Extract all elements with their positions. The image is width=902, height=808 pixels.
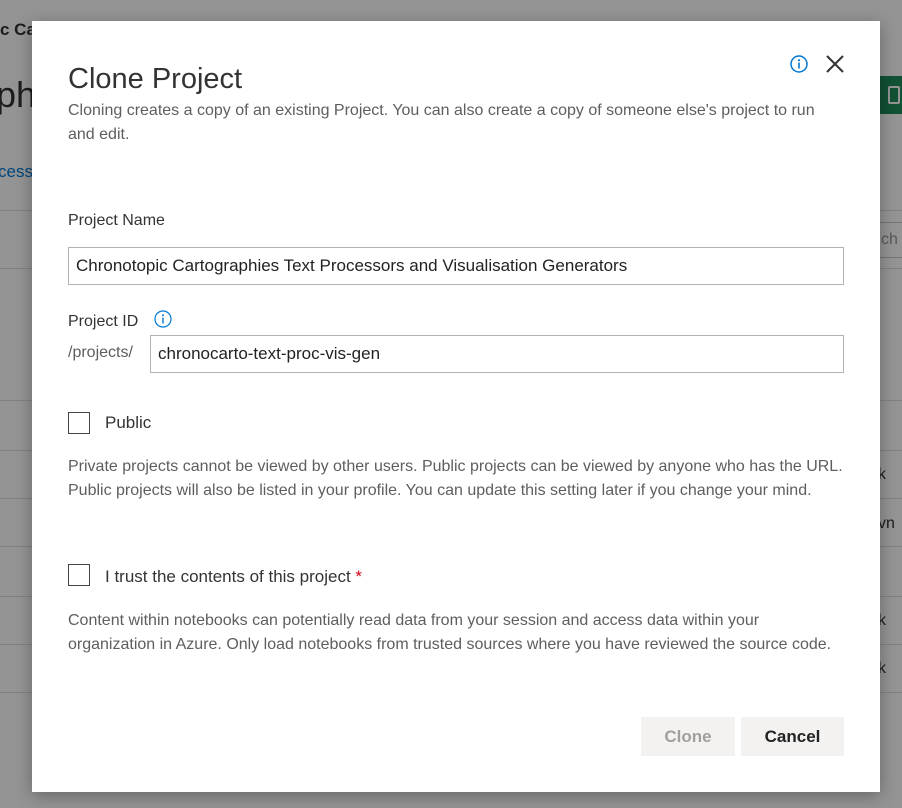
- project-id-prefix: /projects/: [68, 344, 133, 361]
- trust-checkbox-label[interactable]: I trust the contents of this project *: [105, 567, 362, 587]
- project-id-input[interactable]: [150, 335, 844, 373]
- trust-checkbox-text: I trust the contents of this project: [105, 567, 351, 586]
- public-help-text: Private projects cannot be viewed by oth…: [68, 458, 843, 499]
- trust-checkbox[interactable]: [68, 564, 90, 586]
- public-checkbox-label[interactable]: Public: [105, 413, 151, 433]
- public-checkbox[interactable]: [68, 412, 90, 434]
- dialog-title: Clone Project: [68, 63, 243, 95]
- trust-help-text: Content within notebooks can potentially…: [68, 612, 832, 653]
- clone-button[interactable]: Clone: [641, 717, 735, 756]
- dialog-description: Cloning creates a copy of an existing Pr…: [68, 102, 815, 143]
- project-name-label: Project Name: [68, 212, 165, 229]
- cancel-button[interactable]: Cancel: [741, 717, 844, 756]
- close-icon[interactable]: [824, 53, 846, 75]
- project-name-input[interactable]: [68, 247, 844, 285]
- info-icon[interactable]: [790, 55, 808, 73]
- project-id-label: Project ID: [68, 313, 139, 330]
- required-marker: *: [355, 567, 363, 586]
- clone-project-dialog: Clone Project Cloning creates a copy of …: [32, 21, 880, 792]
- info-icon[interactable]: [154, 310, 172, 328]
